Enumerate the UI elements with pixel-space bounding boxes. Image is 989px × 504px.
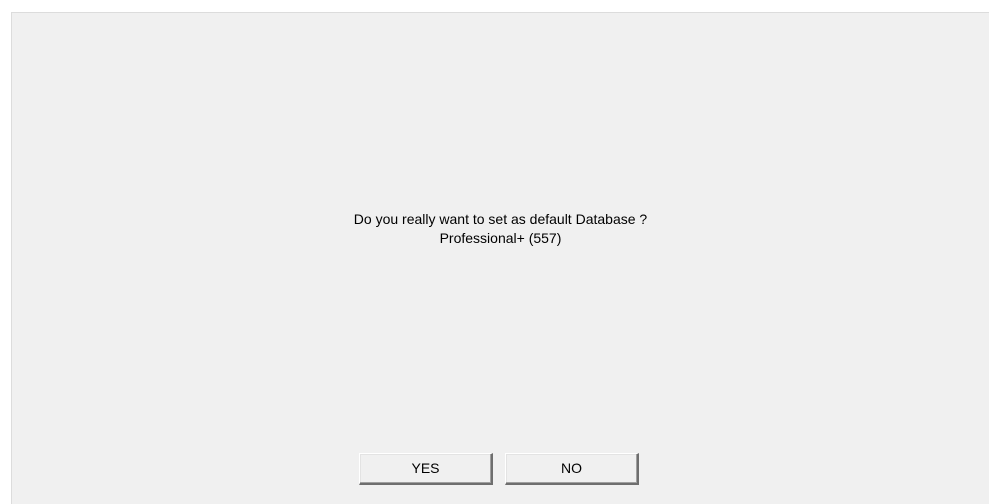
confirm-dialog: Do you really want to set as default Dat…	[11, 12, 989, 504]
no-button[interactable]: NO	[505, 453, 639, 485]
dialog-question: Do you really want to set as default Dat…	[353, 211, 648, 227]
yes-button[interactable]: YES	[359, 453, 493, 485]
database-name: Professional+ (557)	[439, 230, 562, 246]
dialog-buttons: YES NO	[359, 453, 639, 485]
dialog-message: Do you really want to set as default Dat…	[12, 210, 989, 248]
